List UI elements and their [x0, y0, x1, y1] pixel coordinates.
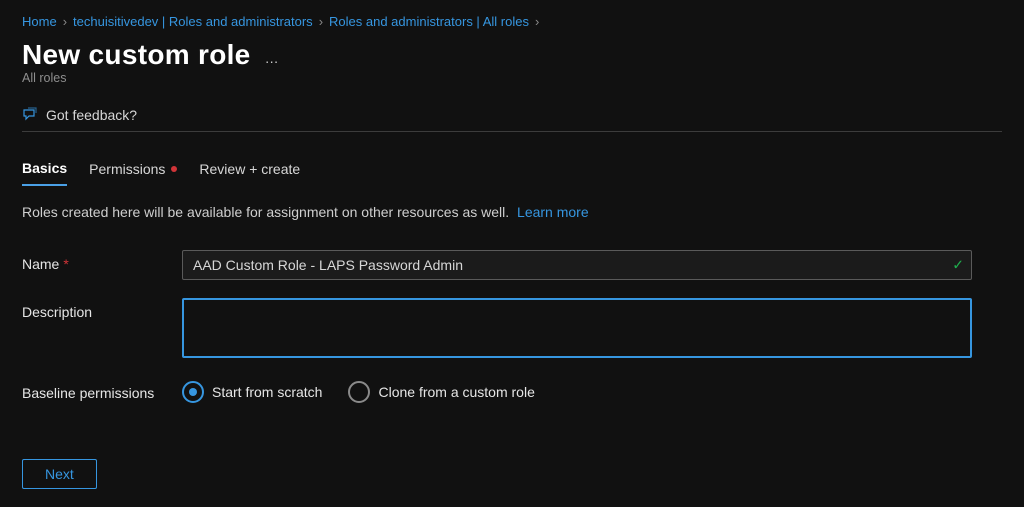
baseline-permissions-label: Baseline permissions	[22, 385, 154, 401]
more-actions-button[interactable]: …	[265, 50, 281, 66]
radio-icon	[348, 381, 370, 403]
page-title: New custom role	[22, 39, 251, 71]
tab-permissions[interactable]: Permissions	[89, 160, 177, 186]
name-input[interactable]	[182, 250, 972, 280]
breadcrumb-sep-icon: ›	[63, 14, 67, 29]
feedback-icon	[22, 107, 38, 123]
feedback-label: Got feedback?	[46, 107, 137, 123]
radio-start-from-scratch[interactable]: Start from scratch	[182, 381, 322, 403]
baseline-radio-group: Start from scratch Clone from a custom r…	[182, 379, 972, 403]
radio-label: Start from scratch	[212, 384, 322, 400]
required-indicator-icon	[171, 166, 177, 172]
breadcrumb: Home › techuisitivedev | Roles and admin…	[0, 0, 1024, 35]
tab-label: Permissions	[89, 161, 165, 177]
description-label: Description	[22, 304, 92, 320]
breadcrumb-roles[interactable]: Roles and administrators | All roles	[329, 14, 529, 29]
radio-clone-custom-role[interactable]: Clone from a custom role	[348, 381, 534, 403]
tabs: Basics Permissions Review + create	[0, 132, 1024, 186]
breadcrumb-sep-icon: ›	[319, 14, 323, 29]
radio-label: Clone from a custom role	[378, 384, 534, 400]
breadcrumb-home[interactable]: Home	[22, 14, 57, 29]
info-text: Roles created here will be available for…	[0, 186, 1024, 224]
tab-basics[interactable]: Basics	[22, 160, 67, 186]
info-text-content: Roles created here will be available for…	[22, 204, 509, 220]
page-subtitle: All roles	[0, 71, 1024, 93]
name-label: Name	[22, 256, 59, 272]
tab-label: Review + create	[199, 161, 300, 177]
form: Name* ✓ Description Baseline permissions…	[0, 224, 1024, 403]
required-asterisk-icon: *	[63, 256, 68, 272]
radio-icon	[182, 381, 204, 403]
description-input[interactable]	[182, 298, 972, 358]
tab-review-create[interactable]: Review + create	[199, 160, 300, 186]
breadcrumb-directory[interactable]: techuisitivedev | Roles and administrato…	[73, 14, 313, 29]
learn-more-link[interactable]: Learn more	[517, 204, 589, 220]
breadcrumb-sep-icon: ›	[535, 14, 539, 29]
feedback-button[interactable]: Got feedback?	[22, 99, 1002, 132]
next-button[interactable]: Next	[22, 459, 97, 489]
tab-label: Basics	[22, 160, 67, 176]
